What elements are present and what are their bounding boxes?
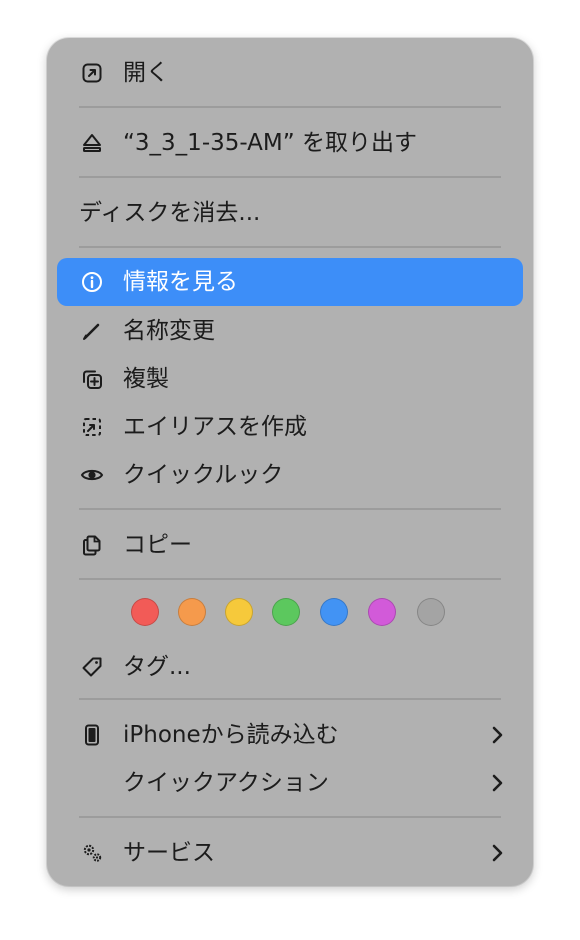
- menu-item-label: “3_3_1-35-AM” を取り出す: [123, 130, 417, 156]
- chevron-right-icon: [492, 726, 503, 744]
- menu-item-label: 開く: [123, 60, 169, 86]
- tag-color-gray[interactable]: [417, 598, 445, 626]
- menu-item-get-info[interactable]: 情報を見る: [57, 258, 523, 306]
- chevron-right-icon: [492, 844, 503, 862]
- menu-item-rename[interactable]: 名称変更: [57, 308, 523, 354]
- menu-item-label: クイックアクション: [123, 770, 329, 796]
- menu-item-label: タグ...: [123, 654, 191, 680]
- separator: [79, 508, 501, 510]
- menu-item-services[interactable]: サービス: [57, 830, 523, 876]
- separator: [79, 578, 501, 580]
- menu-item-copy[interactable]: コピー: [57, 522, 523, 568]
- menu-item-label: 複製: [123, 366, 169, 392]
- tag-icon: [82, 657, 102, 677]
- tag-color-orange[interactable]: [178, 598, 206, 626]
- menu-item-import-from-iphone[interactable]: iPhoneから読み込む: [57, 712, 523, 758]
- eye-icon: [80, 469, 104, 481]
- pencil-icon: [83, 323, 100, 340]
- copy-doc-icon: [83, 535, 101, 556]
- menu-item-quick-actions[interactable]: クイックアクション: [57, 760, 523, 806]
- info-circle-icon: [82, 272, 102, 292]
- menu-item-label: クイックルック: [123, 462, 284, 488]
- eject-icon: [83, 134, 101, 152]
- menu-item-label: 名称変更: [123, 318, 215, 344]
- menu-item-tags[interactable]: タグ...: [57, 644, 523, 690]
- menu-item-label: iPhoneから読み込む: [123, 722, 339, 748]
- menu-item-label: コピー: [123, 532, 192, 558]
- menu-item-label: エイリアスを作成: [123, 414, 307, 440]
- alias-icon: [83, 418, 101, 436]
- menu-item-duplicate[interactable]: 複製: [57, 356, 523, 402]
- iphone-icon: [85, 724, 99, 746]
- menu-item-label: ディスクを消去...: [79, 200, 261, 226]
- menu-item-make-alias[interactable]: エイリアスを作成: [57, 404, 523, 450]
- separator: [79, 106, 501, 108]
- context-menu: 開く “3_3_1-35-AM” を取り出す ディスクを消去... 情報を見る …: [47, 38, 533, 886]
- menu-item-erase-disk[interactable]: ディスクを消去...: [57, 190, 523, 236]
- menu-item-label: サービス: [123, 840, 215, 866]
- duplicate-icon: [83, 370, 102, 389]
- separator: [79, 246, 501, 248]
- menu-item-quick-look[interactable]: クイックルック: [57, 452, 523, 498]
- separator: [79, 176, 501, 178]
- menu-item-open[interactable]: 開く: [57, 50, 523, 96]
- tag-color-green[interactable]: [272, 598, 300, 626]
- separator: [79, 698, 501, 700]
- tag-color-blue[interactable]: [320, 598, 348, 626]
- menu-item-eject[interactable]: “3_3_1-35-AM” を取り出す: [57, 120, 523, 166]
- tag-color-purple[interactable]: [368, 598, 396, 626]
- separator: [79, 816, 501, 818]
- chevron-right-icon: [492, 774, 503, 792]
- open-arrow-icon: [82, 63, 102, 83]
- menu-item-label: 情報を見る: [123, 269, 238, 295]
- gears-icon: [83, 844, 102, 862]
- tag-color-red[interactable]: [131, 598, 159, 626]
- tag-color-yellow[interactable]: [225, 598, 253, 626]
